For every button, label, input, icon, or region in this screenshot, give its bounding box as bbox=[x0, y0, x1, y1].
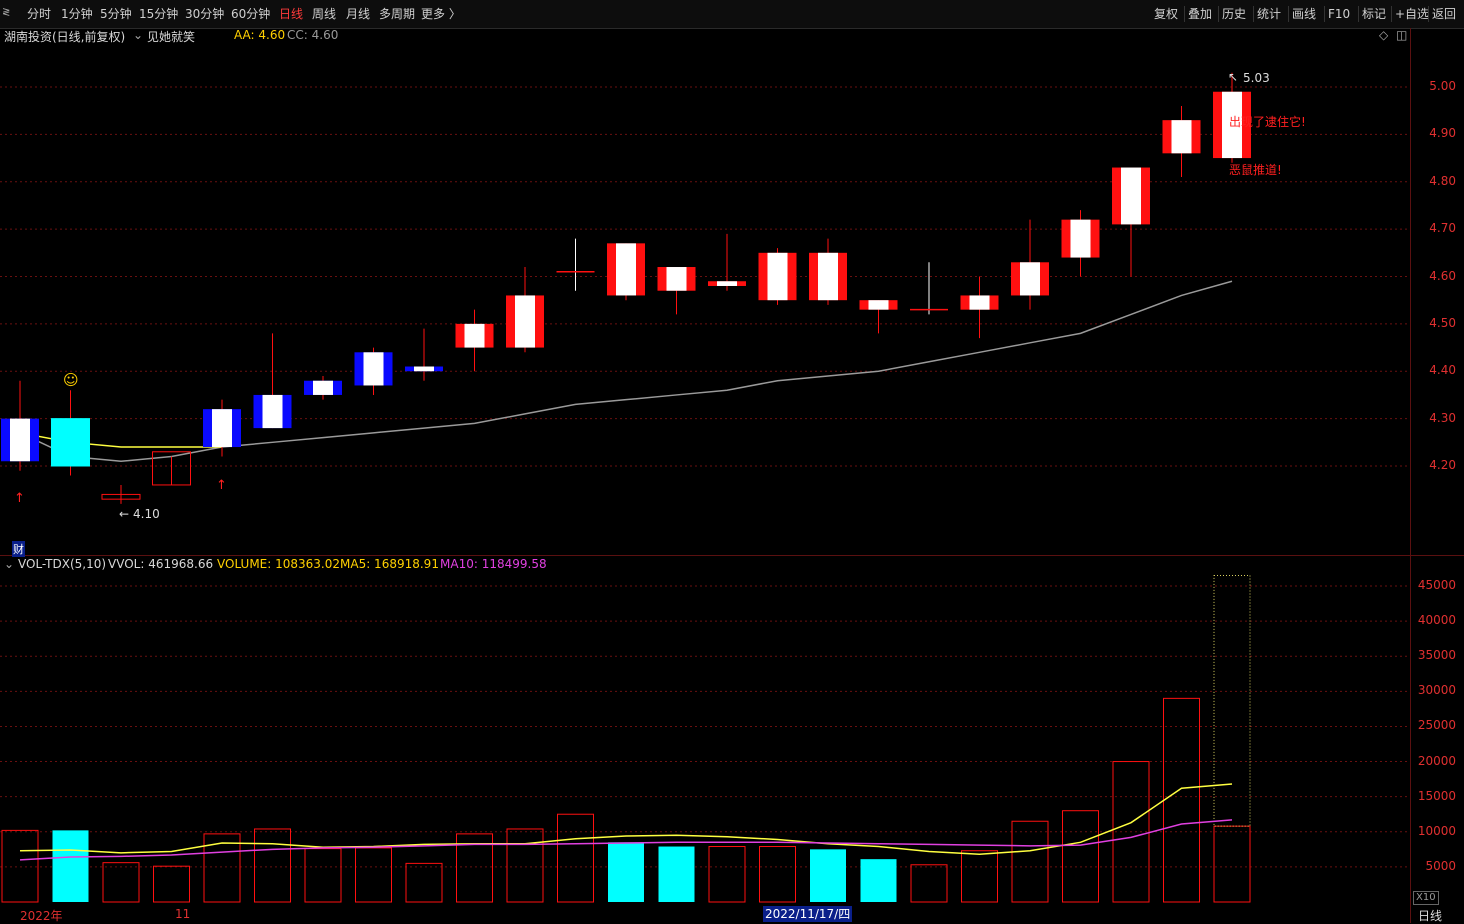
candle-body-inner bbox=[10, 418, 30, 462]
volume-bar bbox=[860, 859, 897, 902]
volume-bar bbox=[52, 830, 89, 902]
volume-tick-label: 10000 bbox=[1417, 823, 1456, 838]
signal-note-1: 出现了逮住它! bbox=[1229, 115, 1306, 129]
volume-bar bbox=[608, 842, 644, 902]
volume-bar bbox=[1062, 810, 1099, 903]
year-label: 2022年 bbox=[20, 909, 63, 923]
candle-body-inner bbox=[969, 295, 990, 310]
volume-tick-label: 25000 bbox=[1417, 718, 1456, 733]
finance-badge[interactable]: 财 bbox=[12, 541, 25, 557]
volume-bar bbox=[910, 864, 948, 903]
volume-tick-label: 45000 bbox=[1417, 578, 1456, 592]
month-label: 11 bbox=[175, 907, 191, 921]
price-tick-label: 4.40 bbox=[1429, 363, 1456, 378]
candle-body-inner bbox=[666, 267, 687, 291]
candle-body-inner bbox=[1171, 120, 1192, 154]
candle-body-inner bbox=[1121, 167, 1141, 225]
price-tick-label: 4.60 bbox=[1429, 268, 1456, 283]
candle-body-inner bbox=[616, 243, 636, 296]
volume-bar bbox=[961, 850, 998, 903]
volume-bar bbox=[254, 828, 291, 903]
volume-bar bbox=[506, 828, 544, 903]
volume-bar bbox=[203, 833, 241, 903]
price-tick-label: 4.30 bbox=[1429, 410, 1456, 425]
volume-bar bbox=[102, 862, 140, 903]
price-tick-label: 4.90 bbox=[1429, 126, 1456, 141]
volume-tick-label: 40000 bbox=[1417, 613, 1456, 628]
candle-body-inner bbox=[212, 409, 232, 448]
candle-body-inner bbox=[1020, 262, 1040, 296]
candle-body-inner bbox=[1070, 219, 1091, 258]
volume-bar bbox=[405, 862, 443, 903]
candle-body-inner bbox=[262, 394, 283, 429]
volume-bar bbox=[355, 847, 392, 903]
volume-bar bbox=[759, 846, 796, 903]
date-highlight: 2022/11/17/四 bbox=[763, 906, 853, 922]
volume-tick-label: 5000 bbox=[1425, 858, 1456, 873]
scale-x10-button[interactable]: X10 bbox=[1413, 891, 1439, 905]
volume-bar bbox=[1, 829, 39, 903]
volume-tick-label: 35000 bbox=[1417, 648, 1456, 663]
high-arrow-icon: ↖ bbox=[1228, 70, 1239, 84]
volume-bar bbox=[304, 848, 342, 903]
price-tick-label: 4.80 bbox=[1429, 173, 1456, 188]
candle-body-inner bbox=[868, 300, 889, 310]
volume-tick-label: 30000 bbox=[1417, 683, 1456, 698]
period-label[interactable]: 日线 bbox=[1418, 907, 1442, 924]
candle-body-inner bbox=[515, 295, 535, 348]
price-tick-label: 5.00 bbox=[1429, 79, 1456, 93]
volume-highlight-box bbox=[1213, 574, 1251, 827]
volume-tick-label: 20000 bbox=[1417, 753, 1456, 768]
low-price-label: 4.10 bbox=[133, 507, 160, 521]
buy-arrow-icon: ↑ bbox=[14, 491, 25, 506]
chart-canvas[interactable] bbox=[0, 0, 1464, 923]
low-arrow-icon: ← bbox=[119, 507, 130, 521]
price-tick-label: 4.50 bbox=[1429, 315, 1456, 330]
candle-body-inner bbox=[414, 366, 434, 372]
signal-note-2: 恶鼠推道! bbox=[1229, 163, 1282, 177]
volume-bar bbox=[708, 846, 746, 903]
candle-body-inner bbox=[818, 252, 838, 301]
volume-tick-label: 15000 bbox=[1417, 788, 1456, 803]
candle-body-inner bbox=[313, 380, 333, 395]
volume-bar bbox=[153, 865, 190, 903]
price-tick-label: 4.70 bbox=[1429, 221, 1456, 236]
candle-body bbox=[51, 418, 90, 467]
volume-bar bbox=[1163, 697, 1200, 903]
smiley-icon: ☺ bbox=[63, 371, 79, 389]
volume-bar bbox=[1011, 820, 1049, 903]
price-ma-yellow-line bbox=[19, 432, 222, 448]
candle-body-inner bbox=[363, 352, 384, 386]
candle-body-inner bbox=[767, 252, 788, 301]
price-tick-label: 4.20 bbox=[1429, 458, 1456, 472]
buy-arrow-icon: ↑ bbox=[216, 478, 227, 493]
candle-body-inner bbox=[717, 281, 737, 286]
volume-bar bbox=[557, 813, 594, 903]
volume-bar bbox=[810, 849, 846, 902]
high-price-label: 5.03 bbox=[1243, 71, 1270, 85]
volume-bar bbox=[1213, 825, 1251, 903]
volume-bar bbox=[658, 846, 695, 902]
candle-body-inner bbox=[464, 323, 485, 348]
